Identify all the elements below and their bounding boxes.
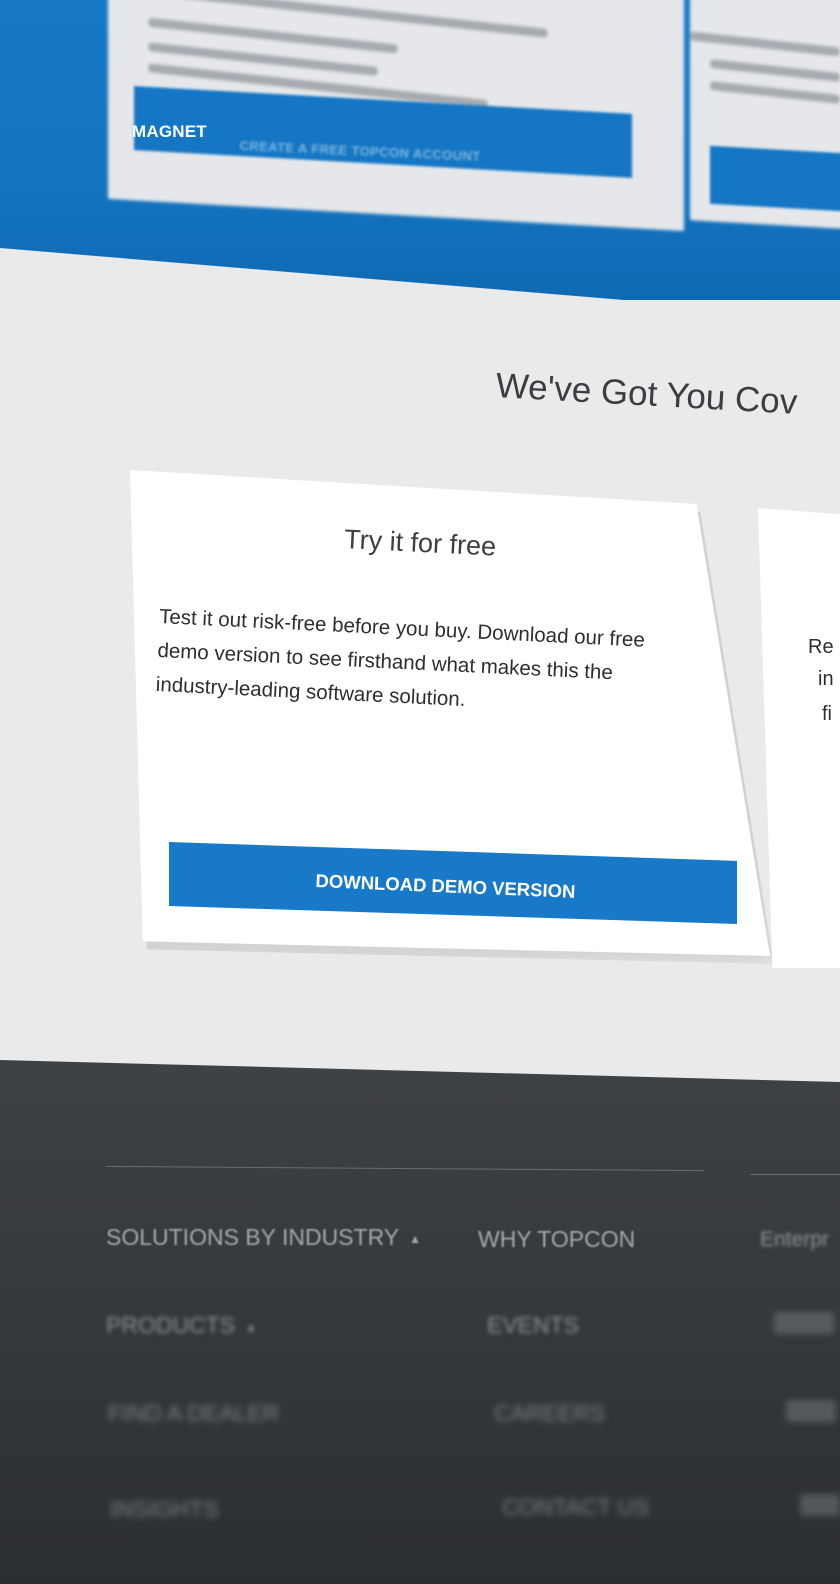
footer-link-insights[interactable]: INSIGHTS xyxy=(110,1496,219,1523)
footer-link-contact[interactable]: CONTACT US xyxy=(502,1494,649,1521)
brand-label: MAGNET xyxy=(132,122,207,141)
next-card-text-2: in xyxy=(818,668,834,690)
footer-link-find-dealer[interactable]: FIND A DEALER xyxy=(108,1400,279,1427)
secondary-card-button[interactable] xyxy=(710,145,840,213)
footer-link-col3-3[interactable] xyxy=(786,1400,836,1422)
footer-link-col3-2[interactable] xyxy=(774,1312,834,1334)
footer-link-events[interactable]: EVENTS xyxy=(487,1312,579,1339)
next-card-text-1: Re xyxy=(808,636,834,658)
chevron-up-icon: ▲ xyxy=(409,1231,421,1246)
footer-link-enterprise[interactable]: Enterpr xyxy=(760,1228,829,1252)
footer-link-products[interactable]: PRODUCTS ▲ xyxy=(106,1312,257,1339)
section-title: We've Got You Cov xyxy=(494,366,799,422)
footer-link-col3-4[interactable] xyxy=(800,1494,840,1516)
next-card xyxy=(758,508,840,968)
footer-divider-2 xyxy=(750,1174,840,1175)
footer-link-careers[interactable]: CAREERS xyxy=(494,1400,605,1427)
next-card-text-3: fi xyxy=(822,703,832,725)
chevron-up-icon: ▲ xyxy=(245,1319,257,1334)
footer-link-why-topcon[interactable]: WHY TOPCON xyxy=(478,1226,635,1253)
footer-link-solutions[interactable]: SOLUTIONS BY INDUSTRY ▲ xyxy=(106,1224,421,1251)
